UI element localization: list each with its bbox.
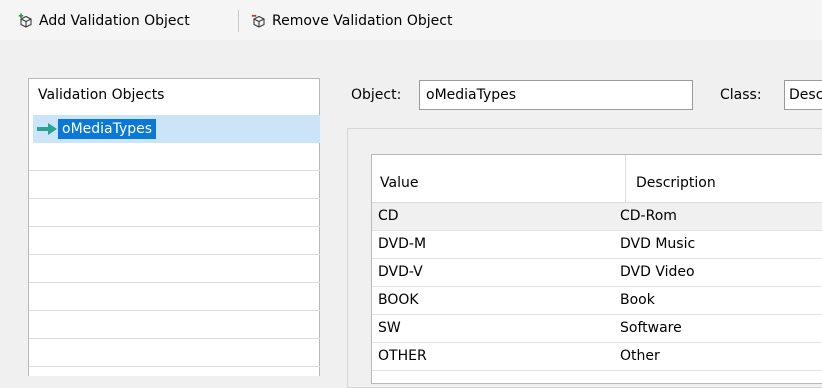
cell-value[interactable]: OTHER [378, 348, 427, 364]
cell-value[interactable]: DVD-M [378, 236, 426, 252]
add-object-icon [18, 13, 32, 28]
column-header-description[interactable]: Description [636, 175, 716, 191]
cell-description[interactable]: Book [620, 292, 655, 308]
empty-list-row [29, 143, 320, 171]
table-row[interactable]: BOOK Book [372, 287, 822, 315]
validation-objects-list[interactable]: Validation Objects oMediaTypes [28, 78, 320, 376]
remove-validation-object-label: Remove Validation Object [272, 13, 453, 29]
table-row[interactable]: SW Software [372, 315, 822, 343]
column-divider[interactable] [625, 155, 626, 203]
list-item-label: oMediaTypes [58, 119, 157, 139]
object-name-input[interactable]: oMediaTypes [419, 80, 693, 110]
empty-list-row [29, 283, 320, 311]
table-row[interactable]: CD CD-Rom [372, 203, 822, 231]
toolbar: Add Validation Object Remove Validation … [0, 0, 822, 40]
remove-object-icon [251, 14, 265, 28]
empty-list-row [29, 171, 320, 199]
toolbar-separator [238, 10, 239, 32]
column-header-value[interactable]: Value [380, 175, 418, 191]
class-input[interactable]: Desc [784, 80, 822, 110]
empty-list-row [29, 339, 320, 367]
cell-value[interactable]: BOOK [378, 292, 419, 308]
cell-description[interactable]: DVD Video [620, 264, 695, 280]
cell-description[interactable]: CD-Rom [620, 208, 677, 224]
cell-value[interactable]: DVD-V [378, 264, 423, 280]
grid-header: Value Description [372, 155, 822, 203]
empty-list-row [29, 199, 320, 227]
arrow-right-icon [37, 123, 57, 135]
values-grid[interactable]: Value Description CD CD-Rom DVD-M DVD Mu… [371, 154, 822, 384]
cell-description[interactable]: DVD Music [620, 236, 695, 252]
empty-list-row [29, 311, 320, 339]
class-label: Class: [720, 87, 762, 103]
empty-list-row [29, 255, 320, 283]
add-validation-object-button[interactable]: Add Validation Object [18, 10, 190, 32]
empty-list-row [29, 227, 320, 255]
cell-value[interactable]: SW [378, 320, 401, 336]
table-row[interactable]: DVD-M DVD Music [372, 231, 822, 259]
table-row[interactable]: DVD-V DVD Video [372, 259, 822, 287]
cell-value[interactable]: CD [378, 208, 399, 224]
list-item-omediatypes[interactable]: oMediaTypes [33, 115, 320, 143]
table-row[interactable]: OTHER Other [372, 343, 822, 371]
add-validation-object-label: Add Validation Object [39, 13, 190, 29]
cell-description[interactable]: Other [620, 348, 660, 364]
object-label: Object: [351, 87, 402, 103]
remove-validation-object-button[interactable]: Remove Validation Object [251, 10, 452, 32]
validation-objects-header: Validation Objects [38, 87, 165, 103]
cell-description[interactable]: Software [620, 320, 682, 336]
